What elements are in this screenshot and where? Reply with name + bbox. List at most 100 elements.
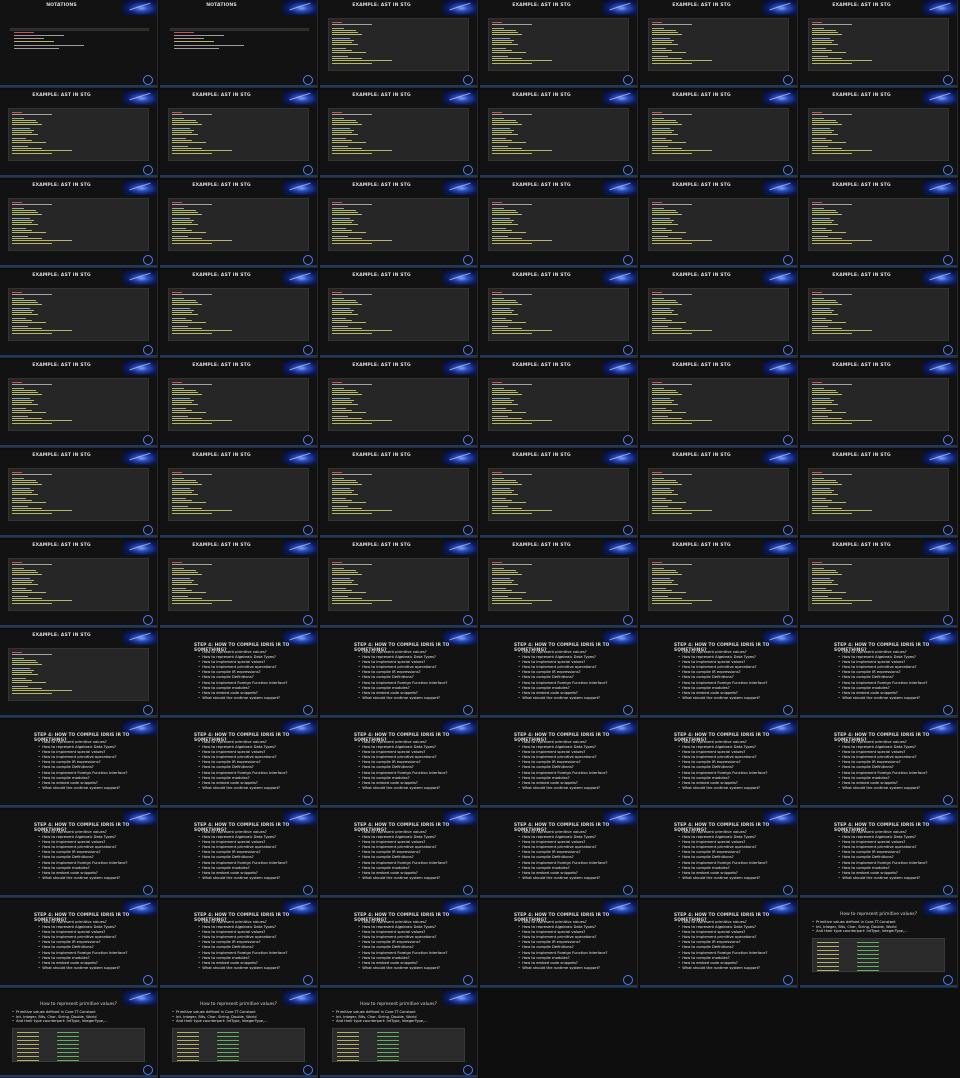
nav-icon[interactable] [463, 975, 473, 985]
nav-icon[interactable] [623, 75, 633, 85]
slide-thumbnail[interactable]: EXAMPLE: AST IN STG [480, 450, 638, 538]
slide-thumbnail[interactable]: STEP 4: HOW TO COMPILE IDRIS IR TO SOMET… [640, 810, 798, 898]
nav-icon[interactable] [623, 345, 633, 355]
slide-thumbnail[interactable]: EXAMPLE: AST IN STG [0, 270, 158, 358]
nav-icon[interactable] [303, 615, 313, 625]
slide-thumbnail[interactable]: EXAMPLE: AST IN STG [640, 450, 798, 538]
nav-icon[interactable] [943, 75, 953, 85]
slide-thumbnail[interactable]: EXAMPLE: AST IN STG [320, 360, 478, 448]
slide-thumbnail[interactable]: STEP 4: HOW TO COMPILE IDRIS IR TO SOMET… [640, 720, 798, 808]
nav-icon[interactable] [783, 975, 793, 985]
slide-thumbnail[interactable]: EXAMPLE: AST IN STG [640, 540, 798, 628]
slide-thumbnail[interactable]: EXAMPLE: AST IN STG [320, 0, 478, 88]
slide-thumbnail[interactable]: STEP 4: HOW TO COMPILE IDRIS IR TO SOMET… [800, 630, 958, 718]
nav-icon[interactable] [303, 75, 313, 85]
slide-thumbnail[interactable]: STEP 4: HOW TO COMPILE IDRIS IR TO SOMET… [0, 900, 158, 988]
slide-thumbnail[interactable]: EXAMPLE: AST IN STG [480, 0, 638, 88]
nav-icon[interactable] [623, 795, 633, 805]
slide-thumbnail[interactable]: EXAMPLE: AST IN STG [800, 540, 958, 628]
slide-thumbnail[interactable]: EXAMPLE: AST IN STG [480, 90, 638, 178]
nav-icon[interactable] [943, 885, 953, 895]
nav-icon[interactable] [463, 525, 473, 535]
nav-icon[interactable] [943, 525, 953, 535]
slide-thumbnail[interactable]: NOTATIONS [160, 0, 318, 88]
nav-icon[interactable] [943, 615, 953, 625]
slide-thumbnail[interactable]: STEP 4: HOW TO COMPILE IDRIS IR TO SOMET… [160, 810, 318, 898]
slide-thumbnail[interactable]: How to represent primitive values? Primit… [0, 990, 158, 1078]
slide-thumbnail[interactable]: STEP 4: HOW TO COMPILE IDRIS IR TO SOMET… [320, 630, 478, 718]
slide-thumbnail[interactable]: STEP 4: HOW TO COMPILE IDRIS IR TO SOMET… [480, 900, 638, 988]
nav-icon[interactable] [143, 705, 153, 715]
slide-thumbnail[interactable]: EXAMPLE: AST IN STG [320, 540, 478, 628]
slide-thumbnail[interactable]: EXAMPLE: AST IN STG [480, 360, 638, 448]
nav-icon[interactable] [783, 795, 793, 805]
slide-thumbnail[interactable]: STEP 4: HOW TO COMPILE IDRIS IR TO SOMET… [480, 630, 638, 718]
slide-thumbnail[interactable]: EXAMPLE: AST IN STG [0, 360, 158, 448]
nav-icon[interactable] [783, 255, 793, 265]
nav-icon[interactable] [143, 165, 153, 175]
nav-icon[interactable] [943, 975, 953, 985]
slide-thumbnail[interactable]: EXAMPLE: AST IN STG [160, 90, 318, 178]
slide-thumbnail[interactable]: EXAMPLE: AST IN STG [160, 540, 318, 628]
slide-thumbnail[interactable]: STEP 4: HOW TO COMPILE IDRIS IR TO SOMET… [800, 720, 958, 808]
nav-icon[interactable] [623, 165, 633, 175]
nav-icon[interactable] [623, 435, 633, 445]
nav-icon[interactable] [143, 255, 153, 265]
slide-thumbnail[interactable]: EXAMPLE: AST IN STG [320, 180, 478, 268]
slide-thumbnail[interactable]: STEP 4: HOW TO COMPILE IDRIS IR TO SOMET… [480, 720, 638, 808]
nav-icon[interactable] [623, 615, 633, 625]
nav-icon[interactable] [143, 1065, 153, 1075]
slide-thumbnail[interactable]: EXAMPLE: AST IN STG [800, 0, 958, 88]
nav-icon[interactable] [463, 795, 473, 805]
nav-icon[interactable] [463, 255, 473, 265]
nav-icon[interactable] [463, 435, 473, 445]
slide-thumbnail[interactable]: EXAMPLE: AST IN STG [800, 270, 958, 358]
slide-thumbnail[interactable]: EXAMPLE: AST IN STG [800, 90, 958, 178]
nav-icon[interactable] [943, 435, 953, 445]
slide-thumbnail[interactable]: EXAMPLE: AST IN STG [480, 540, 638, 628]
slide-thumbnail[interactable]: STEP 4: HOW TO COMPILE IDRIS IR TO SOMET… [160, 900, 318, 988]
nav-icon[interactable] [463, 615, 473, 625]
slide-thumbnail[interactable]: STEP 4: HOW TO COMPILE IDRIS IR TO SOMET… [800, 810, 958, 898]
slide-thumbnail[interactable]: EXAMPLE: AST IN STG [480, 270, 638, 358]
slide-thumbnail[interactable]: EXAMPLE: AST IN STG [640, 270, 798, 358]
slide-thumbnail[interactable]: EXAMPLE: AST IN STG [640, 180, 798, 268]
nav-icon[interactable] [943, 345, 953, 355]
nav-icon[interactable] [783, 165, 793, 175]
slide-thumbnail[interactable]: EXAMPLE: AST IN STG [320, 450, 478, 538]
nav-icon[interactable] [143, 615, 153, 625]
nav-icon[interactable] [463, 165, 473, 175]
slide-thumbnail[interactable]: EXAMPLE: AST IN STG [480, 180, 638, 268]
nav-icon[interactable] [143, 795, 153, 805]
nav-icon[interactable] [783, 525, 793, 535]
nav-icon[interactable] [143, 885, 153, 895]
slide-thumbnail[interactable]: EXAMPLE: AST IN STG [160, 270, 318, 358]
nav-icon[interactable] [783, 615, 793, 625]
slide-thumbnail[interactable]: EXAMPLE: AST IN STG [320, 90, 478, 178]
nav-icon[interactable] [623, 705, 633, 715]
nav-icon[interactable] [463, 885, 473, 895]
nav-icon[interactable] [783, 75, 793, 85]
nav-icon[interactable] [463, 75, 473, 85]
nav-icon[interactable] [303, 885, 313, 895]
nav-icon[interactable] [943, 705, 953, 715]
nav-icon[interactable] [623, 975, 633, 985]
nav-icon[interactable] [943, 795, 953, 805]
slide-thumbnail[interactable]: STEP 4: HOW TO COMPILE IDRIS IR TO SOMET… [480, 810, 638, 898]
nav-icon[interactable] [783, 885, 793, 895]
nav-icon[interactable] [943, 255, 953, 265]
nav-icon[interactable] [463, 1065, 473, 1075]
slide-thumbnail[interactable]: EXAMPLE: AST IN STG [160, 450, 318, 538]
nav-icon[interactable] [303, 975, 313, 985]
slide-thumbnail[interactable]: EXAMPLE: AST IN STG [640, 360, 798, 448]
slide-thumbnail[interactable]: EXAMPLE: AST IN STG [640, 0, 798, 88]
slide-thumbnail[interactable]: EXAMPLE: AST IN STG [0, 540, 158, 628]
slide-thumbnail[interactable]: EXAMPLE: AST IN STG [160, 180, 318, 268]
slide-thumbnail[interactable]: EXAMPLE: AST IN STG [320, 270, 478, 358]
nav-icon[interactable] [783, 705, 793, 715]
nav-icon[interactable] [303, 345, 313, 355]
nav-icon[interactable] [303, 795, 313, 805]
nav-icon[interactable] [623, 885, 633, 895]
slide-thumbnail[interactable]: EXAMPLE: AST IN STG [640, 90, 798, 178]
slide-thumbnail[interactable]: EXAMPLE: AST IN STG [0, 450, 158, 538]
